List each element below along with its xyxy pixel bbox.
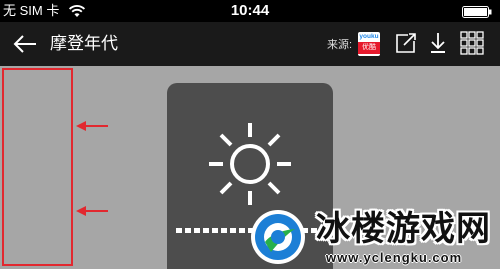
highlight-box bbox=[2, 68, 73, 266]
brightness-level-segment bbox=[176, 228, 182, 233]
clock: 10:44 bbox=[230, 2, 270, 19]
app-header: 摩登年代 来源: youku 优酷 bbox=[0, 22, 500, 66]
share-icon[interactable] bbox=[395, 32, 417, 54]
brightness-level-segment bbox=[230, 228, 236, 233]
brightness-level-segment bbox=[203, 228, 209, 233]
youku-logo-caption: 优酷 bbox=[358, 42, 380, 54]
brightness-level-segment bbox=[239, 228, 245, 233]
brightness-level-segment bbox=[221, 228, 227, 233]
brightness-level-segment bbox=[194, 228, 200, 233]
arrow-left-icon bbox=[76, 121, 108, 131]
battery-icon bbox=[462, 6, 492, 18]
brightness-level-segment bbox=[212, 228, 218, 233]
youku-logo-text: youku bbox=[359, 33, 379, 40]
page-title: 摩登年代 bbox=[50, 34, 118, 53]
grid-menu-icon[interactable] bbox=[460, 31, 484, 55]
brightness-sun-icon bbox=[209, 123, 291, 205]
download-icon[interactable] bbox=[429, 32, 447, 54]
watermark-logo bbox=[251, 210, 305, 264]
back-arrow-icon[interactable] bbox=[12, 32, 38, 56]
source-label: 来源: bbox=[327, 39, 353, 51]
youku-logo: youku 优酷 bbox=[358, 32, 380, 56]
arrow-left-icon bbox=[76, 206, 108, 216]
status-bar: 无 SIM 卡 10:44 bbox=[0, 0, 500, 22]
watermark-url: www.yclengku.com bbox=[326, 250, 463, 265]
brightness-level-segment bbox=[185, 228, 191, 233]
watermark-text: 冰楼游戏网 bbox=[316, 209, 491, 249]
